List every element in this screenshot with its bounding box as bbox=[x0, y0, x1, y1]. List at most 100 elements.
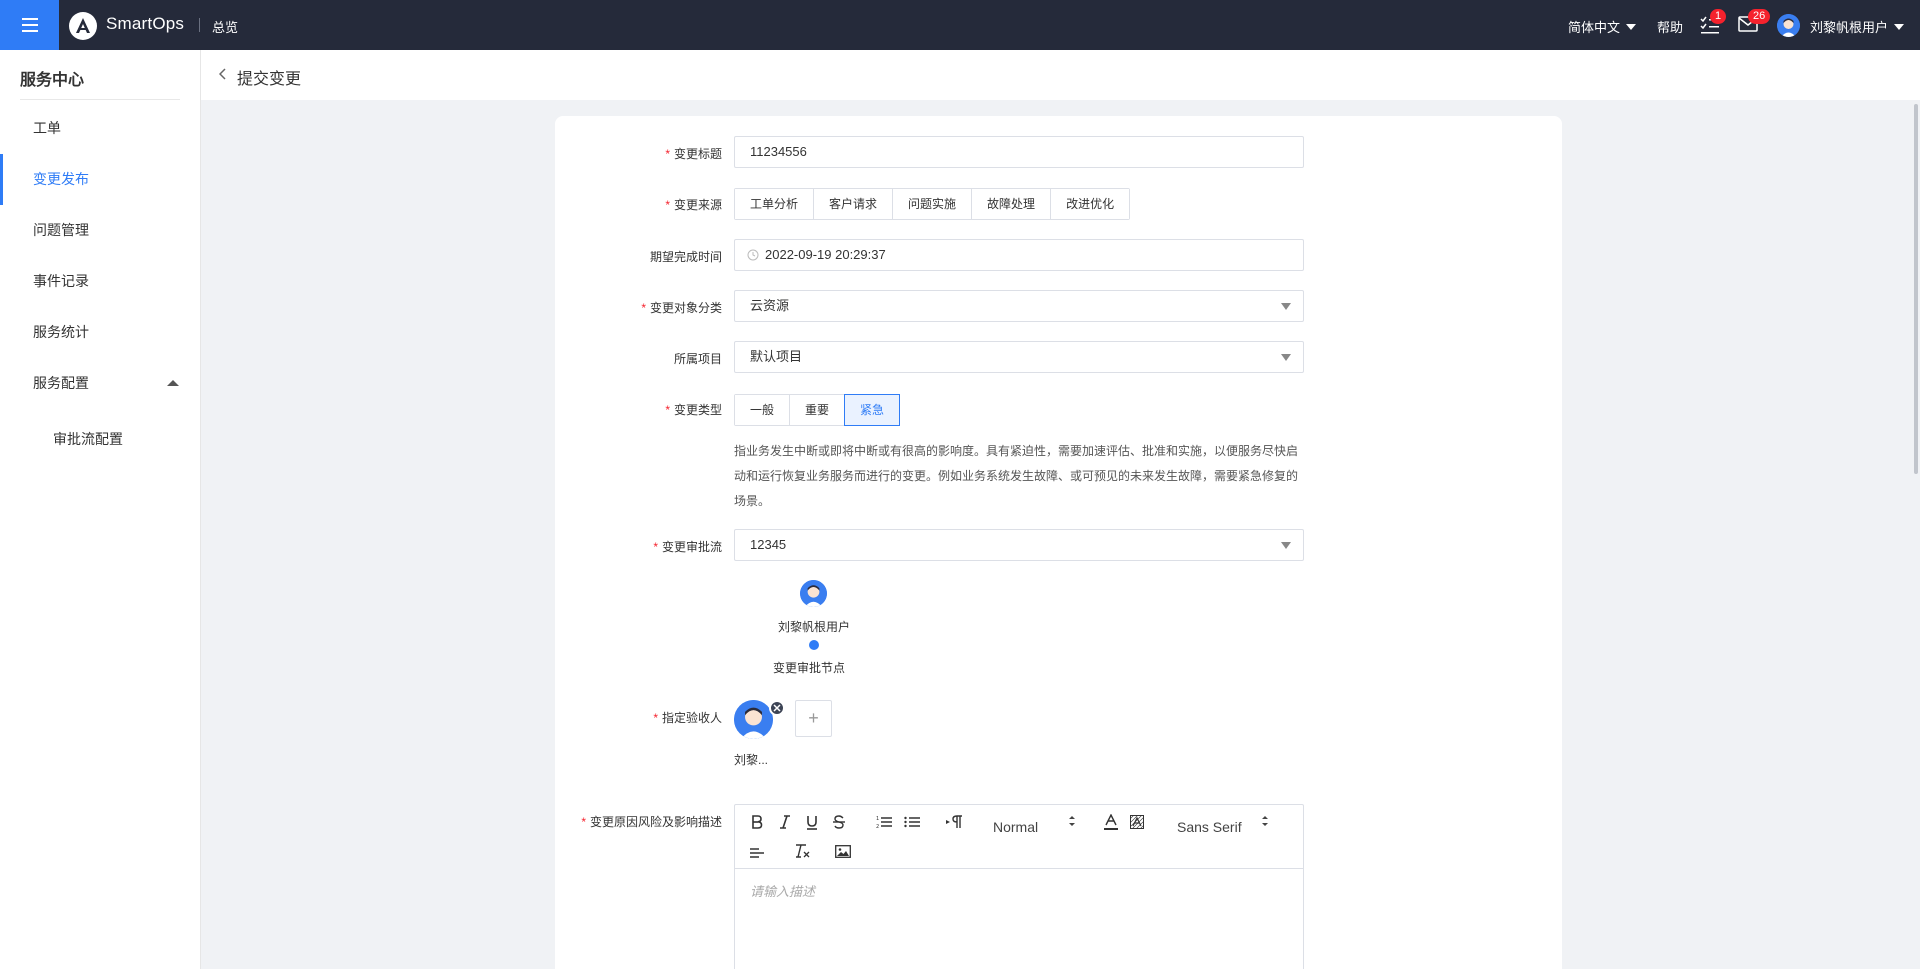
font-size-select-arrows[interactable] bbox=[1068, 814, 1076, 831]
sidebar-item-event-records[interactable]: 事件记录 bbox=[0, 261, 200, 301]
title-field-label: * 变更标题 bbox=[665, 145, 722, 162]
page-scrollbar-thumb[interactable] bbox=[1914, 104, 1918, 474]
title-label-text: 变更标题 bbox=[673, 147, 722, 161]
dropdown-arrow-icon bbox=[1281, 354, 1291, 361]
back-button[interactable] bbox=[218, 68, 227, 83]
image-icon bbox=[835, 844, 851, 858]
sidebar-item-change-release[interactable]: 变更发布 bbox=[0, 154, 200, 205]
source-label-text: 变更来源 bbox=[673, 198, 722, 212]
italic-button[interactable] bbox=[777, 812, 793, 832]
text-color-button[interactable] bbox=[1103, 812, 1119, 832]
source-option-fault-handling[interactable]: 故障处理 bbox=[972, 189, 1052, 219]
flow-node-name: 变更审批节点 bbox=[773, 661, 846, 675]
rich-text-editor: 12 Normal Sans Serif 请输入描述 bbox=[734, 804, 1304, 969]
object-category-value: 云资源 bbox=[750, 298, 790, 313]
background-color-button[interactable] bbox=[1129, 812, 1145, 832]
bullet-list-icon bbox=[904, 816, 920, 828]
required-mark: * bbox=[665, 147, 670, 161]
source-option-improvement[interactable]: 改进优化 bbox=[1051, 189, 1130, 219]
deadline-picker[interactable]: 2022-09-19 20:29:37 bbox=[734, 239, 1304, 271]
flow-field-label: * 变更审批流 bbox=[653, 538, 722, 555]
strikethrough-button[interactable] bbox=[831, 812, 847, 832]
sidebar-item-ticket[interactable]: 工单 bbox=[0, 108, 200, 148]
object-category-select[interactable]: 云资源 bbox=[734, 290, 1304, 322]
font-family-select-label[interactable]: Sans Serif bbox=[1177, 817, 1242, 837]
page-header: 提交变更 bbox=[201, 50, 1920, 100]
dropdown-arrow-icon bbox=[1281, 542, 1291, 549]
type-option-normal[interactable]: 一般 bbox=[735, 395, 791, 425]
acceptor-field-label: * 指定验收人 bbox=[653, 709, 722, 726]
page-title: 提交变更 bbox=[237, 71, 302, 88]
bullet-list-button[interactable] bbox=[903, 812, 921, 832]
todo-count-badge: 1 bbox=[1710, 9, 1727, 24]
reason-label-text: 变更原因风险及影响描述 bbox=[589, 815, 722, 829]
underline-button[interactable] bbox=[804, 812, 820, 832]
chevron-up-icon bbox=[167, 380, 179, 386]
menu-toggle-button[interactable] bbox=[0, 0, 59, 50]
strikethrough-icon bbox=[833, 815, 845, 829]
title-input[interactable]: 11234556 bbox=[734, 136, 1304, 168]
font-size-select-label[interactable]: Normal bbox=[993, 817, 1038, 837]
insert-image-button[interactable] bbox=[834, 841, 852, 861]
language-label: 简体中文 bbox=[1568, 20, 1621, 35]
sidebar-item-service-config[interactable]: 服务配置 bbox=[0, 363, 200, 403]
type-option-important[interactable]: 重要 bbox=[790, 395, 846, 425]
required-mark: * bbox=[665, 403, 670, 417]
source-option-ticket-analysis[interactable]: 工单分析 bbox=[735, 189, 815, 219]
sidebar-divider bbox=[20, 99, 180, 100]
acceptor-label-text: 指定验收人 bbox=[661, 711, 722, 725]
font-family-select-arrows[interactable] bbox=[1261, 814, 1269, 831]
user-avatar[interactable] bbox=[1777, 14, 1800, 37]
flow-label-text: 变更审批流 bbox=[661, 540, 722, 554]
object-label-text: 变更对象分类 bbox=[649, 301, 722, 315]
text-direction-button[interactable] bbox=[945, 812, 965, 832]
sidebar-item-approval-flow-config[interactable]: 审批流配置 bbox=[0, 419, 200, 459]
dropdown-arrow-icon bbox=[1281, 303, 1291, 310]
text-color-icon bbox=[1104, 814, 1118, 830]
sidebar: 服务中心 工单 变更发布 问题管理 事件记录 服务统计 服务配置 审批流配置 bbox=[0, 50, 201, 969]
align-left-icon bbox=[750, 848, 764, 858]
required-mark: * bbox=[641, 301, 646, 315]
type-field-label: * 变更类型 bbox=[665, 401, 722, 418]
chevron-down-icon bbox=[1626, 23, 1637, 30]
underline-icon bbox=[807, 815, 817, 830]
source-option-problem-implementation[interactable]: 问题实施 bbox=[893, 189, 973, 219]
sidebar-item-problem-management[interactable]: 问题管理 bbox=[0, 210, 200, 250]
add-acceptor-button[interactable]: + bbox=[795, 700, 832, 737]
chevron-down-icon bbox=[1894, 23, 1905, 30]
user-name-label: 刘黎帆根用户 bbox=[1810, 20, 1889, 35]
editor-toolbar: 12 Normal Sans Serif bbox=[735, 805, 1303, 869]
clear-format-button[interactable] bbox=[793, 841, 811, 861]
project-select[interactable]: 默认项目 bbox=[734, 341, 1304, 373]
required-mark: * bbox=[653, 711, 658, 725]
source-option-customer-request[interactable]: 客户请求 bbox=[814, 189, 894, 219]
clock-icon bbox=[747, 249, 759, 261]
deadline-value: 2022-09-19 20:29:37 bbox=[765, 247, 886, 262]
help-link[interactable]: 帮助 bbox=[1657, 17, 1683, 36]
deadline-field-label: 期望完成时间 bbox=[650, 248, 722, 265]
approval-flow-select[interactable]: 12345 bbox=[734, 529, 1304, 561]
user-menu[interactable]: 刘黎帆根用户 bbox=[1810, 17, 1905, 36]
source-field-label: * 变更来源 bbox=[665, 196, 722, 213]
type-option-urgent[interactable]: 紧急 bbox=[844, 394, 901, 426]
approval-flow-value: 12345 bbox=[750, 537, 787, 552]
paragraph-rtl-icon bbox=[946, 815, 962, 828]
smartops-logo[interactable] bbox=[69, 12, 97, 40]
up-down-arrows-icon bbox=[1262, 816, 1268, 826]
editor-content-area[interactable]: 请输入描述 bbox=[750, 881, 815, 900]
align-button[interactable] bbox=[749, 843, 765, 863]
top-navigation-bar: SmartOps 总览 简体中文 帮助 1 26 刘黎帆根用户 bbox=[0, 0, 1920, 50]
sidebar-item-service-statistics[interactable]: 服务统计 bbox=[0, 312, 200, 352]
bold-icon bbox=[752, 815, 763, 829]
required-mark: * bbox=[653, 540, 658, 554]
approver-avatar bbox=[800, 580, 827, 607]
bold-button[interactable] bbox=[749, 812, 765, 832]
italic-icon bbox=[780, 815, 790, 829]
language-selector[interactable]: 简体中文 bbox=[1568, 17, 1637, 36]
ordered-list-button[interactable]: 12 bbox=[875, 812, 893, 832]
overview-link[interactable]: 总览 bbox=[212, 17, 238, 36]
remove-acceptor-button[interactable] bbox=[769, 700, 785, 716]
clear-format-icon bbox=[796, 844, 810, 858]
sidebar-item-label: 服务配置 bbox=[33, 375, 89, 391]
hamburger-icon bbox=[21, 18, 38, 32]
